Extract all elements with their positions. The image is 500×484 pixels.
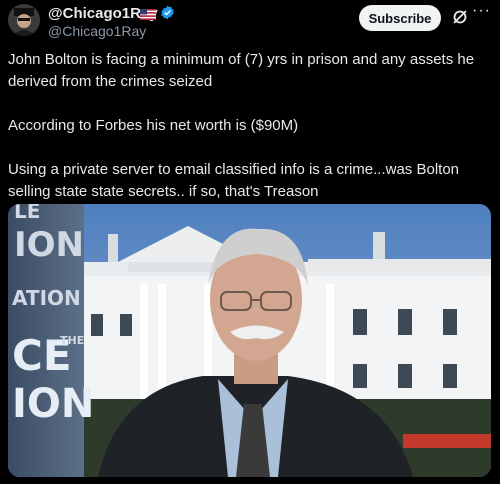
post-paragraph: According to Forbes his net worth is ($9… (8, 117, 299, 134)
subscribe-button[interactable]: Subscribe (359, 5, 441, 31)
post-text: John Bolton is facing a minimum of (7) y… (8, 49, 492, 203)
avatar[interactable] (8, 4, 40, 36)
verified-badge-icon (160, 5, 175, 20)
post-image[interactable]: ION LE ATION CE THE ION (8, 204, 491, 477)
banner-text: ION (12, 381, 94, 427)
handle[interactable]: @Chicago1Ray (48, 23, 146, 39)
post-paragraph: John Bolton is facing a minimum of (7) y… (8, 51, 475, 90)
banner-text: ATION (12, 286, 81, 310)
post-paragraph: Using a private server to email classifi… (8, 161, 460, 200)
more-icon[interactable]: ··· (472, 2, 491, 20)
us-flag-icon (140, 7, 156, 20)
banner-text: ION (14, 225, 84, 265)
banner-text: LE (14, 204, 40, 223)
post-header: @Chicago1Ray @Chicago1Ray Subscribe ··· (0, 0, 500, 44)
banner-text: THE (60, 334, 84, 347)
grok-icon[interactable] (452, 9, 468, 25)
